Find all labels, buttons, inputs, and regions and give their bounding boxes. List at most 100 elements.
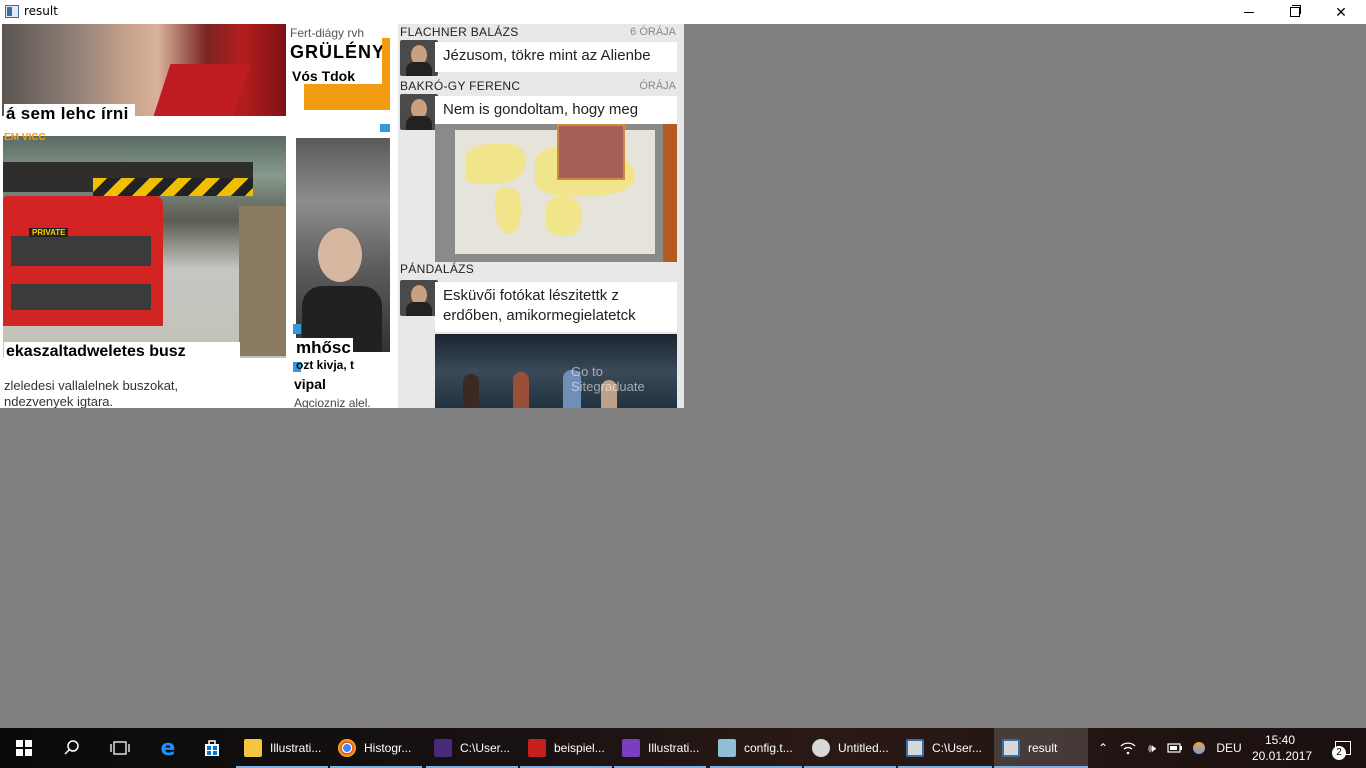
taskbar-app-label: beispiel... bbox=[554, 741, 605, 755]
minimize-icon bbox=[1244, 11, 1254, 13]
restore-icon bbox=[1290, 5, 1301, 17]
map-land bbox=[465, 144, 525, 184]
orange-tag: EM VICC bbox=[4, 132, 46, 143]
post-text-line1: Esküvői fotókat lészitettk z bbox=[443, 287, 619, 304]
search-button[interactable] bbox=[48, 728, 96, 768]
window-titlebar: result ✕ bbox=[0, 0, 1366, 24]
taskbar: e Illustrati... Histogr... C:\User... be… bbox=[0, 728, 1366, 768]
folder-icon bbox=[244, 739, 262, 757]
speaker-icon: 🕪 bbox=[1148, 740, 1156, 755]
post-time: 6 ÓRÁJA bbox=[630, 26, 676, 38]
person bbox=[463, 374, 479, 408]
maximize-button[interactable] bbox=[1272, 0, 1318, 24]
task-view-icon bbox=[110, 741, 130, 755]
map-popup bbox=[557, 124, 625, 180]
post-text: Esküvői fotókat lészitettk z erdőben, am… bbox=[435, 282, 677, 332]
battery-button[interactable] bbox=[1164, 728, 1186, 768]
taskbar-app[interactable]: C:\User... bbox=[426, 728, 518, 768]
edge-icon: e bbox=[160, 735, 176, 761]
post-text-line2: erdőben, amikormegielatetck bbox=[443, 307, 636, 324]
blue-marker bbox=[293, 324, 301, 334]
paint-icon bbox=[812, 739, 830, 757]
clock-date: 20.01.2017 bbox=[1252, 749, 1313, 763]
tray-app-icon bbox=[1193, 742, 1205, 754]
middle-top-small: Fert-diágy rvh bbox=[290, 26, 365, 40]
forest-wedding-photo: Go to Sitegraduate bbox=[435, 334, 677, 408]
headline-1: á sem lehc írni bbox=[4, 104, 135, 126]
taskbar-app[interactable]: Illustrati... bbox=[236, 728, 328, 768]
subtext-2-line2: ndezvenyek igtara. bbox=[4, 394, 114, 408]
wifi-icon bbox=[1120, 742, 1136, 755]
show-hidden-icons-button[interactable]: ⌃ bbox=[1092, 728, 1114, 768]
taskbar-app[interactable]: Untitled... bbox=[804, 728, 896, 768]
map-land bbox=[545, 196, 581, 236]
orange-block bbox=[304, 84, 390, 110]
middle-headline: mhősc bbox=[294, 338, 353, 358]
console-icon bbox=[906, 739, 924, 757]
latex-icon bbox=[434, 739, 452, 757]
minimize-button[interactable] bbox=[1226, 0, 1272, 24]
store-icon bbox=[205, 740, 219, 756]
start-button[interactable] bbox=[0, 728, 48, 768]
store-button[interactable] bbox=[192, 728, 232, 768]
headline-2: ekaszaltadweletes busz bbox=[4, 342, 240, 362]
pdf-icon bbox=[528, 739, 546, 757]
taskbar-app[interactable]: beispiel... bbox=[520, 728, 612, 768]
taskbar-app-label: result bbox=[1028, 741, 1058, 755]
map-sidebar bbox=[663, 124, 677, 262]
edge-button[interactable]: e bbox=[144, 728, 192, 768]
close-icon: ✕ bbox=[1335, 3, 1347, 20]
social-feed: FLACHNER BALÁZS 6 ÓRÁJA Jézusom, tökre m… bbox=[398, 24, 684, 408]
subtext-2-line1: zleledesi vallalelnek buszokat, bbox=[4, 378, 179, 393]
clock[interactable]: 15:40 20.01.2017 bbox=[1252, 732, 1313, 764]
taskbar-app[interactable]: Illustrati... bbox=[614, 728, 706, 768]
notepad-icon bbox=[718, 739, 736, 757]
warning-stripes bbox=[93, 178, 253, 196]
window-title: result bbox=[24, 4, 58, 18]
app-window-icon bbox=[5, 5, 19, 18]
post-author: BAKRÓ-GY FERENC bbox=[400, 79, 521, 93]
taskbar-app-label: Untitled... bbox=[838, 741, 889, 755]
taskbar-app-label: Illustrati... bbox=[270, 741, 322, 755]
clock-time: 15:40 bbox=[1264, 733, 1296, 747]
volume-button[interactable]: 🕪 bbox=[1140, 728, 1164, 768]
avatar bbox=[400, 40, 438, 76]
bus-window-lower bbox=[11, 284, 151, 310]
task-view-button[interactable] bbox=[96, 728, 144, 768]
photo-man-red-jacket bbox=[2, 24, 286, 116]
chevron-up-icon: ⌃ bbox=[1097, 741, 1109, 755]
taskbar-app-label: C:\User... bbox=[932, 741, 983, 755]
visual-studio-icon bbox=[622, 739, 640, 757]
tray-app-button[interactable] bbox=[1188, 728, 1210, 768]
map-land bbox=[495, 188, 521, 234]
taskbar-app[interactable]: Histogr... bbox=[330, 728, 422, 768]
close-button[interactable]: ✕ bbox=[1318, 0, 1364, 24]
middle-sub3: Agciozniz alel. bbox=[294, 396, 371, 408]
post-author: PÁNDALÁZS bbox=[400, 262, 475, 276]
world-map-screenshot bbox=[435, 124, 677, 262]
result-image: á sem lehc írni PRIVATE EM VICC ekaszalt… bbox=[0, 24, 684, 408]
battery-icon bbox=[1167, 743, 1182, 753]
middle-sub2: vipal bbox=[294, 376, 326, 392]
taskbar-app-active[interactable]: result bbox=[994, 728, 1088, 768]
blue-marker bbox=[380, 124, 390, 132]
photo-bus-under-bridge: PRIVATE bbox=[3, 136, 286, 358]
subtext-2: zleledesi vallalelnek buszokat, ndezveny… bbox=[4, 378, 274, 408]
post-text: Jézusom, tökre mint az Alienbe bbox=[435, 42, 677, 72]
network-button[interactable] bbox=[1116, 728, 1140, 768]
bus-sign: PRIVATE bbox=[29, 228, 69, 237]
taskbar-app[interactable]: config.t... bbox=[710, 728, 802, 768]
go-to-site-link[interactable]: Go to Sitegraduate bbox=[571, 364, 677, 394]
app-window-icon bbox=[1002, 739, 1020, 757]
avatar-body bbox=[406, 302, 432, 316]
middle-top-big: GRÜLÉNY bbox=[290, 42, 386, 62]
middle-top-big2: Vós Tdok bbox=[292, 68, 356, 84]
taskbar-app[interactable]: C:\User... bbox=[898, 728, 992, 768]
taskbar-app-label: config.t... bbox=[744, 741, 793, 755]
input-language-button[interactable]: DEU bbox=[1212, 728, 1246, 768]
person bbox=[513, 372, 529, 408]
orange-bar bbox=[382, 38, 390, 98]
post-author: FLACHNER BALÁZS bbox=[400, 25, 519, 39]
avatar-body bbox=[406, 62, 432, 76]
taskbar-app-label: Histogr... bbox=[364, 741, 412, 755]
